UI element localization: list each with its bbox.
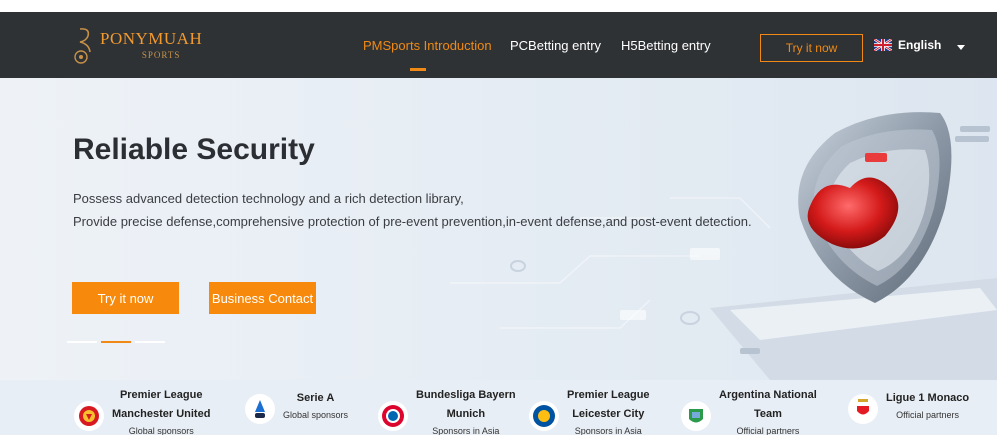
brand-subtitle: SPORTS: [141, 50, 181, 60]
sponsor-line-2: Leicester City: [572, 408, 645, 420]
bayern-munich-crest-icon: [378, 401, 408, 431]
sponsors-strip: Premier League Manchester United Global …: [0, 380, 997, 435]
carousel-dot-2-active[interactable]: [101, 341, 131, 343]
nav-h5-betting-entry[interactable]: H5Betting entry: [621, 38, 711, 53]
sponsor-role: Official partners: [896, 409, 959, 420]
carousel-dot-1[interactable]: [67, 341, 97, 343]
sponsor-line-2: Ligue 1 Monaco: [886, 391, 970, 404]
business-contact-button[interactable]: Business Contact: [209, 282, 316, 314]
hero-description-line-2: Provide precise defense,comprehensive pr…: [73, 214, 752, 229]
monaco-crest-icon: [848, 394, 878, 424]
hero-title: Reliable Security: [73, 133, 315, 166]
security-shield-illustration: [450, 112, 997, 380]
nav-try-it-now-button[interactable]: Try it now: [760, 34, 863, 62]
language-label: English: [898, 38, 942, 52]
argentina-afa-crest-icon: [681, 401, 711, 431]
horse-logo-icon: [74, 28, 91, 64]
sponsor-role: Sponsors in Asia: [432, 426, 500, 435]
sponsor-role: Global sponsors: [283, 409, 349, 420]
hero-description-line-1: Possess advanced detection technology an…: [73, 191, 464, 206]
brand-logo[interactable]: PONYMUAH SPORTS: [74, 26, 202, 66]
brand-name: PONYMUAH: [100, 29, 203, 48]
sponsor-item[interactable]: Serie A Global sponsors: [245, 386, 348, 424]
leicester-city-crest-icon: [529, 401, 559, 431]
hero-try-it-now-button[interactable]: Try it now: [72, 282, 179, 314]
sponsor-line-2: Team: [753, 408, 782, 420]
sponsor-line-1: Argentina National: [719, 389, 817, 401]
sponsor-item[interactable]: Premier League Manchester United Global …: [74, 386, 210, 435]
sponsor-item[interactable]: Ligue 1 Monaco Official partners: [848, 386, 969, 424]
serie-a-logo-icon: [245, 394, 275, 424]
manchester-united-crest-icon: [74, 401, 104, 431]
sponsor-item[interactable]: Argentina National Team Official partner…: [681, 386, 817, 435]
sponsor-line-2: Serie A: [296, 391, 335, 404]
sponsor-line-1: Bundesliga Bayern: [416, 389, 516, 401]
sponsor-role: Sponsors in Asia: [574, 426, 642, 435]
sponsor-role: Official partners: [736, 426, 800, 435]
sponsor-line-1: Premier League: [119, 389, 203, 401]
hero-banner: Reliable Security Possess advanced detec…: [0, 78, 997, 380]
sponsor-line-1: Premier League: [567, 389, 650, 401]
top-strip: [0, 0, 997, 12]
nav-pmsports-introduction[interactable]: PMSports Introduction: [363, 38, 492, 53]
carousel-dot-3[interactable]: [135, 341, 165, 343]
language-selector[interactable]: English: [874, 38, 941, 52]
nav-active-indicator: [410, 68, 426, 71]
top-navbar: PONYMUAH SPORTS PMSports Introduction PC…: [0, 12, 997, 78]
sponsor-item[interactable]: Bundesliga Bayern Munich Sponsors in Asi…: [378, 386, 516, 435]
chevron-down-icon[interactable]: [957, 45, 965, 50]
sponsor-item[interactable]: Premier League Leicester City Sponsors i…: [529, 386, 650, 435]
sponsor-line-2: Munich: [446, 408, 486, 420]
nav-pc-betting-entry[interactable]: PCBetting entry: [510, 38, 601, 53]
sponsor-line-2: Manchester United: [112, 408, 211, 420]
sponsor-role: Global sponsors: [128, 426, 194, 435]
uk-flag-icon: [874, 39, 892, 51]
